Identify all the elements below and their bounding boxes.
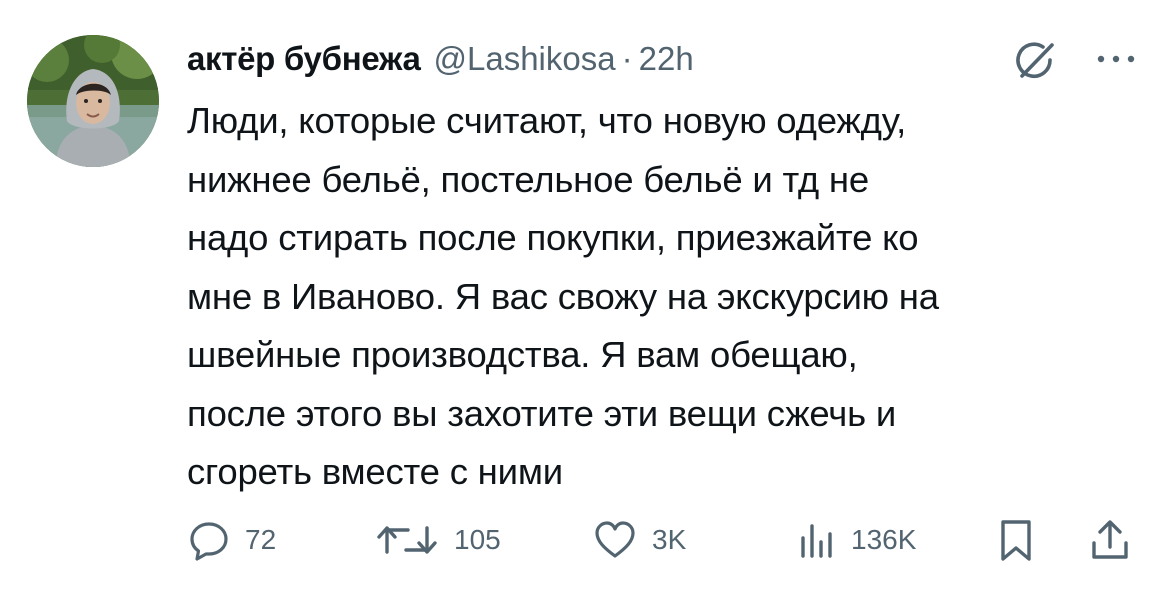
share-upload-icon [1092, 520, 1128, 559]
tweet-timestamp[interactable]: 22h [639, 40, 694, 78]
header-separator: · [621, 40, 633, 77]
avatar-image [27, 35, 159, 167]
grok-icon[interactable] [1013, 38, 1059, 84]
like-count: 3K [652, 524, 687, 555]
tweet-text: Люди, которые считают, что новую одежду,… [187, 100, 939, 492]
avatar[interactable] [27, 35, 159, 167]
views-count: 136K [851, 524, 917, 555]
reply-bubble-icon [190, 522, 228, 561]
like-button[interactable]: 3K [592, 515, 686, 565]
bookmark-button[interactable] [996, 515, 1036, 565]
reply-count: 72 [245, 524, 277, 555]
retweet-button[interactable]: 105 [374, 515, 501, 565]
bookmark-icon [1001, 520, 1031, 561]
retweet-count: 105 [454, 524, 501, 555]
views-button[interactable]: 136K [797, 515, 916, 565]
author-display-name[interactable]: актёр бубнежа [187, 40, 421, 78]
reply-button[interactable]: 72 [187, 515, 276, 565]
share-button[interactable] [1088, 515, 1132, 565]
tweet-header: актёр бубнежа @Lashikosa · 22h [187, 36, 694, 82]
views-bars-icon [801, 524, 832, 558]
author-handle[interactable]: @Lashikosa [434, 40, 616, 78]
retweet-arrows-icon [377, 526, 437, 554]
heart-icon [595, 521, 635, 558]
tweet-action-bar: 72 105 3K 136K [0, 515, 1170, 565]
tweet-card[interactable]: актёр бубнежа @Lashikosa · 22h Люди, кот… [0, 0, 1170, 591]
more-dots-icon[interactable] [1092, 44, 1140, 74]
